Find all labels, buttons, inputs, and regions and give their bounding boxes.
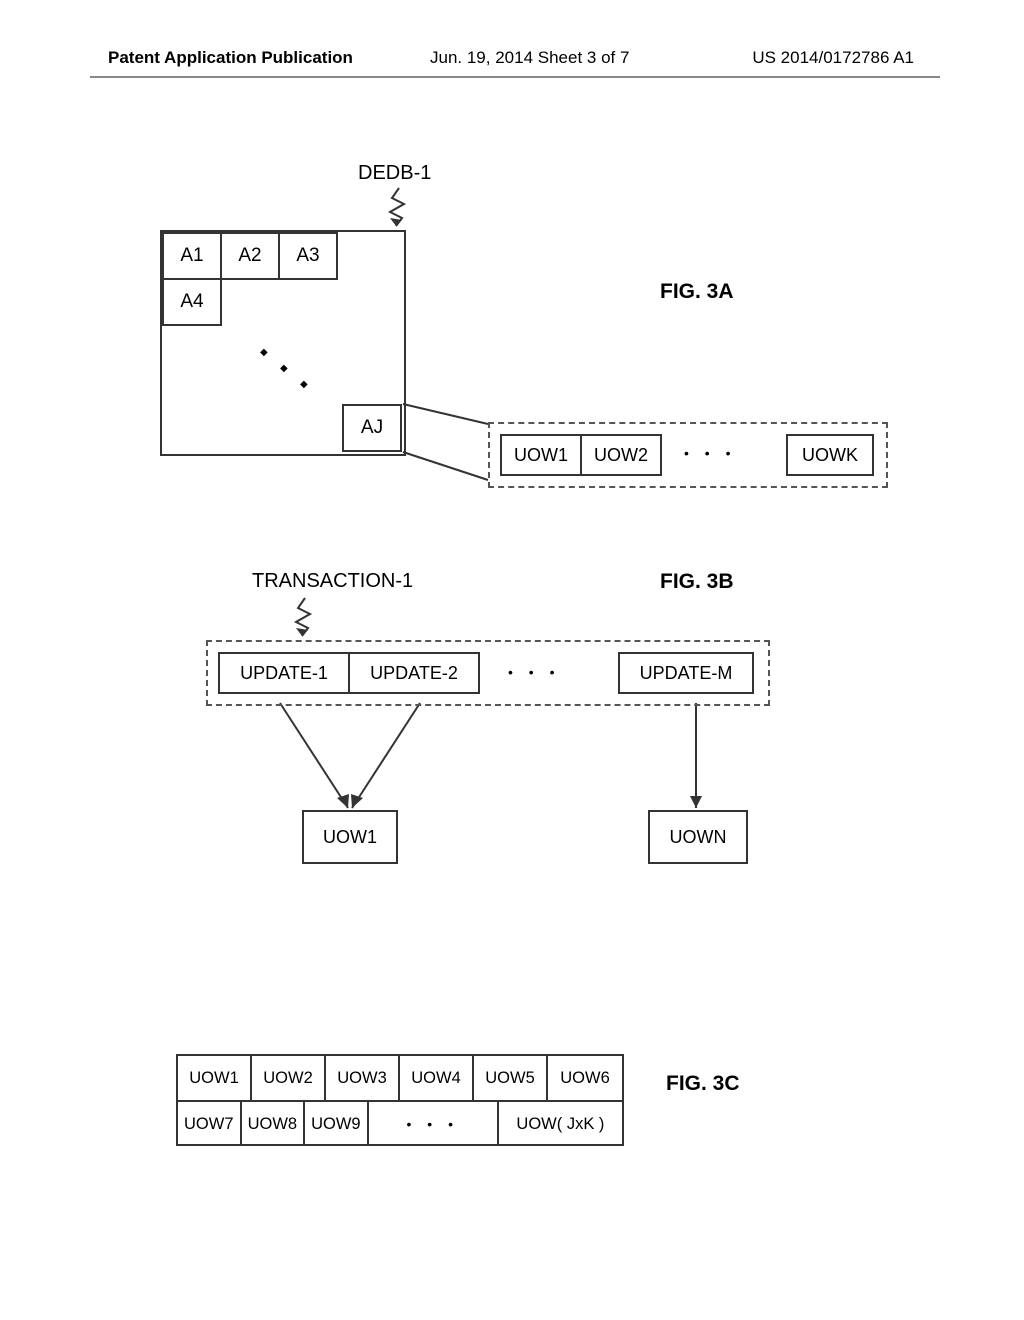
dedb-grid: A1 A2 A3 A4 ◆ ◆ ◆ AJ — [160, 230, 406, 456]
cell-uow-jxk: UOW( JxK ) — [497, 1102, 622, 1146]
uowk-box: UOWK — [786, 434, 874, 476]
ellipsis-icon: ◆ — [300, 380, 308, 390]
cell-uow8: UOW8 — [242, 1102, 306, 1146]
update-2-box: UPDATE-2 — [348, 652, 480, 694]
transaction-container: UPDATE-1 UPDATE-2 • • • UPDATE-M — [206, 640, 770, 706]
uow-table-3c: UOW1 UOW2 UOW3 UOW4 UOW5 UOW6 UOW7 UOW8 … — [176, 1054, 624, 1146]
update-m-box: UPDATE-M — [618, 652, 754, 694]
ellipsis-icon: ◆ — [280, 364, 288, 374]
header-divider — [90, 76, 940, 78]
figure-3c-label: FIG. 3C — [666, 1072, 740, 1096]
uown-target-box: UOWN — [648, 810, 748, 864]
table-row: UOW7 UOW8 UOW9 • • • UOW( JxK ) — [178, 1102, 622, 1146]
transaction-label: TRANSACTION-1 — [252, 570, 413, 593]
uow2-box: UOW2 — [580, 434, 662, 476]
cell-uow7: UOW7 — [178, 1102, 242, 1146]
cell-uow9: UOW9 — [305, 1102, 369, 1146]
figure-3a-label: FIG. 3A — [660, 280, 734, 304]
cell-a2: A2 — [220, 232, 280, 280]
uow-container-3a: UOW1 UOW2 • • • UOWK — [488, 422, 888, 488]
cell-a4: A4 — [162, 278, 222, 326]
ellipsis-icon: • • • — [508, 664, 560, 680]
header-right: US 2014/0172786 A1 — [752, 48, 914, 68]
cell-uow1: UOW1 — [178, 1056, 252, 1100]
ellipsis-icon: ◆ — [260, 348, 268, 358]
cell-uow4: UOW4 — [400, 1056, 474, 1100]
cell-uow3: UOW3 — [326, 1056, 400, 1100]
update-1-box: UPDATE-1 — [218, 652, 350, 694]
cell-uow6: UOW6 — [548, 1056, 622, 1100]
header-middle: Jun. 19, 2014 Sheet 3 of 7 — [430, 48, 629, 68]
uow1-target-box: UOW1 — [302, 810, 398, 864]
figure-3b-label: FIG. 3B — [660, 570, 734, 594]
cell-uow2: UOW2 — [252, 1056, 326, 1100]
arrow-squiggle-icon — [290, 596, 320, 640]
uow1-box: UOW1 — [500, 434, 582, 476]
cell-uow5: UOW5 — [474, 1056, 548, 1100]
header-left: Patent Application Publication — [108, 48, 353, 68]
ellipsis-icon: • • • — [684, 445, 736, 461]
dedb-label: DEDB-1 — [358, 162, 431, 185]
cell-aj: AJ — [342, 404, 402, 452]
cell-a1: A1 — [162, 232, 222, 280]
cell-a3: A3 — [278, 232, 338, 280]
arrow-squiggle-icon — [384, 186, 414, 230]
ellipsis-icon: • • • — [369, 1102, 497, 1146]
table-row: UOW1 UOW2 UOW3 UOW4 UOW5 UOW6 — [178, 1056, 622, 1102]
